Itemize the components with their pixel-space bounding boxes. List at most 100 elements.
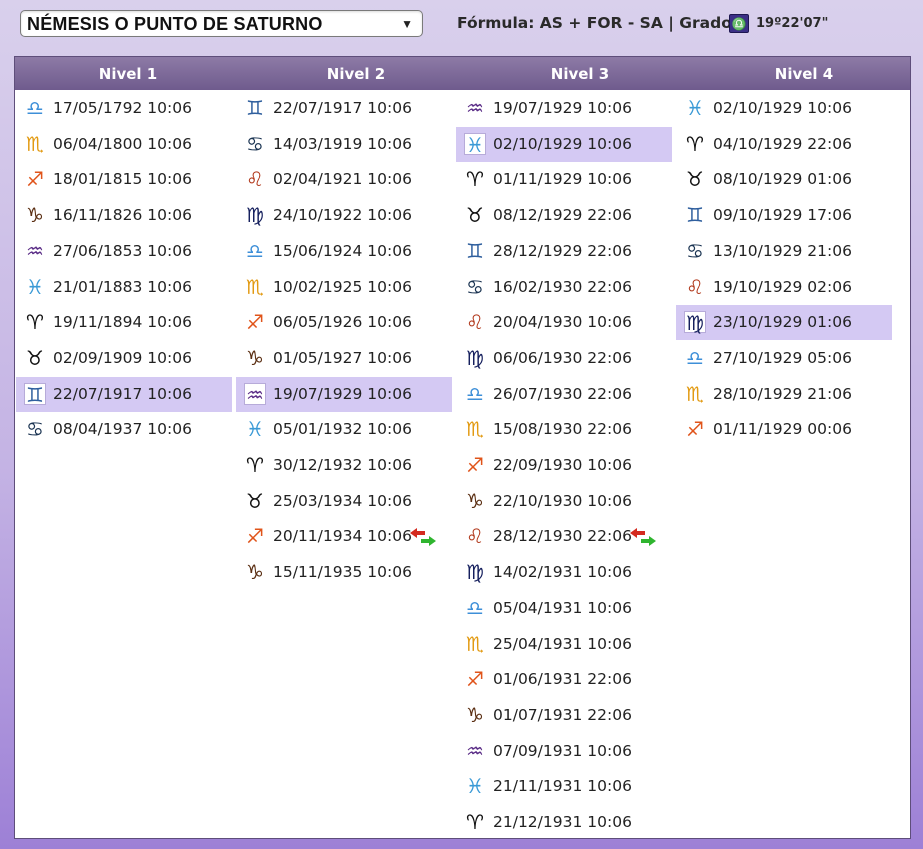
row-date: 16/02/1930 22:06 [493,277,632,296]
table-row[interactable]: ♏ 25/04/1931 10:06 [456,627,672,662]
row-date: 26/07/1930 22:06 [493,384,632,403]
capricorn-icon: ♑ [466,702,484,727]
taurus-icon: ♉ [686,167,704,192]
sagittarius-icon: ♐ [246,524,264,549]
table-row[interactable]: ♈ 21/12/1931 10:06 [456,805,672,840]
row-date: 08/12/1929 22:06 [493,206,632,225]
table-row[interactable]: ♐ 01/06/1931 22:06 [456,662,672,697]
table-row[interactable]: ♍ 14/02/1931 10:06 [456,555,672,590]
table-row[interactable]: ♑ 15/11/1935 10:06 [236,555,452,590]
cancer-icon: ♋ [246,131,264,156]
aries-icon: ♈ [466,810,484,834]
table-row[interactable]: ♋ 08/04/1937 10:06 [16,412,232,447]
table-row[interactable]: ♏ 06/04/1800 10:06 [16,127,232,162]
table-row[interactable]: ♈ 19/11/1894 10:06 [16,305,232,340]
toolbar: NÉMESIS O PUNTO DE SATURNO ▼ Fórmula: AS… [0,0,923,56]
libra-icon: ♎ [466,595,484,620]
table-row[interactable]: ♓ 21/01/1883 10:06 [16,270,232,305]
row-date: 05/01/1932 10:06 [273,420,412,439]
table-row[interactable]: ♈ 01/11/1929 10:06 [456,162,672,197]
table-row[interactable]: ♓ 02/10/1929 10:06 [456,126,672,162]
gemini-icon: ♊ [466,238,484,263]
table-row[interactable]: ♎ 15/06/1924 10:06 [236,234,452,269]
aquarius-icon: ♒ [466,96,484,120]
table-row[interactable]: ♈ 04/10/1929 22:06 [676,127,892,162]
libra-icon: ♎ [466,381,484,406]
table-row[interactable]: ♐ 20/11/1934 10:06 [236,519,452,554]
scorpio-icon: ♏ [686,381,704,406]
table-row[interactable]: ♐ 18/01/1815 10:06 [16,162,232,197]
level-3-header: Nivel 3 [550,65,610,83]
row-date: 23/10/1929 01:06 [713,313,852,332]
row-date: 25/03/1934 10:06 [273,491,412,510]
row-date: 19/11/1894 10:06 [53,313,192,332]
table-row[interactable]: ♏ 28/10/1929 21:06 [676,377,892,412]
table-row[interactable]: ♊ 22/07/1917 10:06 [236,91,452,126]
level-1-header: Nivel 1 [98,65,158,83]
table-row[interactable]: ♎ 05/04/1931 10:06 [456,591,672,626]
table-row[interactable]: ♌ 02/04/1921 10:06 [236,162,452,197]
table-row[interactable]: ♑ 01/05/1927 10:06 [236,341,452,376]
level-2-header: Nivel 2 [326,65,386,83]
libra-icon: ♎ [26,96,44,120]
table-row[interactable]: ♋ 16/02/1930 22:06 [456,270,672,305]
row-date: 02/09/1909 10:06 [53,348,192,367]
table-row[interactable]: ♋ 13/10/1929 21:06 [676,234,892,269]
table-row[interactable]: ♉ 08/10/1929 01:06 [676,162,892,197]
taurus-icon: ♉ [466,203,484,228]
table-row[interactable]: ♈ 30/12/1932 10:06 [236,448,452,483]
table-row[interactable]: ♎ 17/05/1792 10:06 [16,91,232,126]
table-row[interactable]: ♍ 24/10/1922 10:06 [236,198,452,233]
virgo-icon: ♍ [466,560,484,585]
gemini-icon: ♊ [246,96,264,120]
table-row[interactable]: ♐ 06/05/1926 10:06 [236,305,452,340]
aquarius-icon: ♒ [26,238,44,263]
table-row[interactable]: ♉ 08/12/1929 22:06 [456,198,672,233]
table-row[interactable]: ♎ 27/10/1929 05:06 [676,341,892,376]
virgo-icon: ♍ [466,345,484,370]
table-row[interactable]: ♎ 26/07/1930 22:06 [456,377,672,412]
row-date: 21/01/1883 10:06 [53,277,192,296]
table-row[interactable]: ♊ 28/12/1929 22:06 [456,234,672,269]
pisces-icon: ♓ [26,274,44,299]
table-row[interactable]: ♓ 21/11/1931 10:06 [456,769,672,804]
point-select-dropdown[interactable]: NÉMESIS O PUNTO DE SATURNO ▼ [20,10,423,37]
row-date: 27/06/1853 10:06 [53,241,192,260]
table-row[interactable]: ♐ 22/09/1930 10:06 [456,448,672,483]
grado-value: 19º22'07" [756,16,829,31]
table-row[interactable]: ♊ 09/10/1929 17:06 [676,198,892,233]
levels-table: Nivel 1 Nivel 2 Nivel 3 Nivel 4 ♎ 17/05/1… [14,56,911,839]
table-row[interactable]: ♋ 14/03/1919 10:06 [236,127,452,162]
table-row[interactable]: ♉ 25/03/1934 10:06 [236,484,452,519]
table-row[interactable]: ♐ 01/11/1929 00:06 [676,412,892,447]
table-row[interactable]: ♏ 10/02/1925 10:06 [236,270,452,305]
table-row[interactable]: ♑ 16/11/1826 10:06 [16,198,232,233]
table-row[interactable]: ♑ 01/07/1931 22:06 [456,698,672,733]
table-row[interactable]: ♌ 19/10/1929 02:06 [676,270,892,305]
table-row[interactable]: ♍ 23/10/1929 01:06 [676,305,892,341]
row-date: 18/01/1815 10:06 [53,170,192,189]
table-row[interactable]: ♏ 15/08/1930 22:06 [456,412,672,447]
table-row[interactable]: ♌ 20/04/1930 10:06 [456,305,672,340]
table-row[interactable]: ♉ 02/09/1909 10:06 [16,341,232,376]
capricorn-icon: ♑ [466,488,484,513]
libra-icon: ♎ [729,14,749,33]
table-row[interactable]: ♒ 27/06/1853 10:06 [16,234,232,269]
taurus-icon: ♉ [26,345,44,370]
cancer-icon: ♋ [686,238,704,263]
row-date: 28/12/1929 22:06 [493,241,632,260]
table-row[interactable]: ♓ 05/01/1932 10:06 [236,412,452,447]
table-row[interactable]: ♑ 22/10/1930 10:06 [456,484,672,519]
table-row[interactable]: ♒ 19/07/1929 10:06 [236,376,452,412]
level-4-header: Nivel 4 [774,65,834,83]
table-row[interactable]: ♒ 07/09/1931 10:06 [456,734,672,769]
table-row[interactable]: ♓ 02/10/1929 10:06 [676,91,892,126]
row-date: 30/12/1932 10:06 [273,456,412,474]
table-row[interactable]: ♌ 28/12/1930 22:06 [456,519,672,554]
table-row[interactable]: ♒ 19/07/1929 10:06 [456,91,672,126]
table-row[interactable]: ♊ 22/07/1917 10:06 [16,376,232,412]
row-date: 15/11/1935 10:06 [273,563,412,582]
row-date: 07/09/1931 10:06 [493,741,632,760]
row-date: 08/04/1937 10:06 [53,420,192,439]
table-row[interactable]: ♍ 06/06/1930 22:06 [456,341,672,376]
